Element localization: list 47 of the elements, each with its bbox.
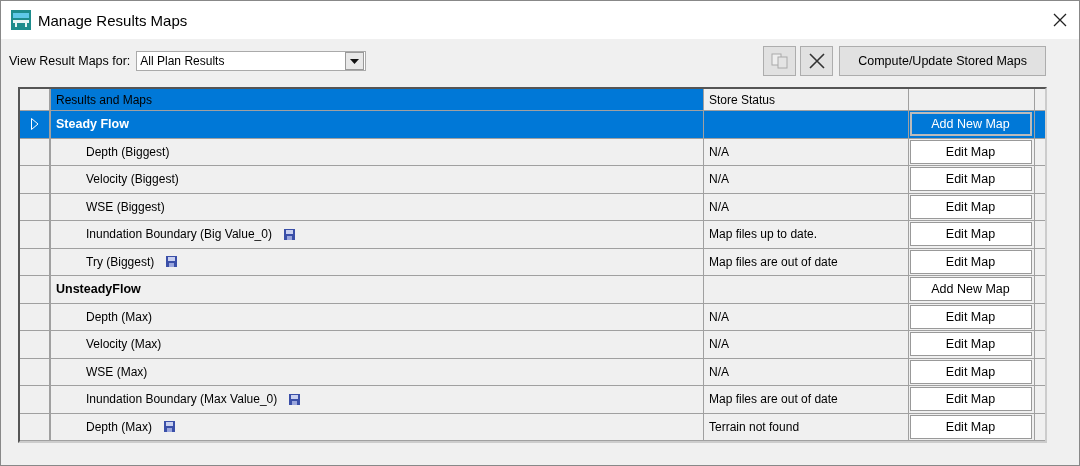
store-status: N/A xyxy=(709,199,729,214)
map-name: Velocity (Biggest) xyxy=(86,172,179,187)
app-icon xyxy=(11,10,31,30)
delete-button[interactable] xyxy=(800,46,834,76)
store-status: N/A xyxy=(709,309,729,324)
map-name: WSE (Biggest) xyxy=(86,199,165,214)
store-status: N/A xyxy=(709,172,729,187)
map-name: UnsteadyFlow xyxy=(56,282,141,297)
dropdown-arrow-icon xyxy=(350,58,360,64)
window-title: Manage Results Maps xyxy=(38,11,189,29)
map-button[interactable]: Add New Map xyxy=(909,112,1032,137)
compute-button[interactable]: Compute/Update Stored Maps xyxy=(839,46,1046,76)
store-status: N/A xyxy=(709,144,729,159)
store-status: N/A xyxy=(709,337,729,352)
map-name: Depth (Max) xyxy=(86,309,153,324)
map-name: Try (Biggest) xyxy=(86,254,155,269)
map-button[interactable]: Edit Map xyxy=(909,359,1032,384)
current-row-icon xyxy=(30,118,39,131)
store-status: N/A xyxy=(709,364,729,379)
map-name: Velocity (Max) xyxy=(86,337,162,352)
map-button[interactable]: Edit Map xyxy=(909,139,1032,164)
store-status: Map files are out of date xyxy=(709,392,838,407)
map-button[interactable]: Edit Map xyxy=(909,414,1032,439)
filter-label: View Result Maps for: xyxy=(9,54,131,68)
map-button[interactable]: Edit Map xyxy=(909,167,1032,192)
map-name: Depth (Max) xyxy=(86,419,153,434)
close-icon[interactable] xyxy=(1053,13,1067,27)
map-button[interactable]: Edit Map xyxy=(909,304,1032,329)
map-name: Inundation Boundary (Max Value_0) xyxy=(86,392,278,407)
store-status: Map files are out of date xyxy=(709,254,838,269)
map-button[interactable]: Edit Map xyxy=(909,222,1032,247)
map-button[interactable]: Edit Map xyxy=(909,387,1032,412)
map-button[interactable]: Edit Map xyxy=(909,194,1032,219)
map-name: Depth (Biggest) xyxy=(86,144,170,159)
store-status: Terrain not found xyxy=(709,419,800,434)
column-header[interactable]: Store Status xyxy=(704,89,909,110)
map-button[interactable]: Edit Map xyxy=(909,332,1032,357)
store-status: Map files up to date. xyxy=(709,227,818,242)
map-name: Steady Flow xyxy=(56,117,129,132)
map-name: WSE (Max) xyxy=(86,364,148,379)
copy-icon xyxy=(770,53,789,69)
map-name: Inundation Boundary (Big Value_0) xyxy=(86,227,272,242)
plan-dropdown[interactable]: All Plan Results xyxy=(136,51,367,71)
map-button[interactable]: Edit Map xyxy=(909,249,1032,274)
delete-icon xyxy=(807,52,826,70)
column-header[interactable]: Results and Maps xyxy=(51,89,704,110)
map-button[interactable]: Add New Map xyxy=(909,277,1032,302)
